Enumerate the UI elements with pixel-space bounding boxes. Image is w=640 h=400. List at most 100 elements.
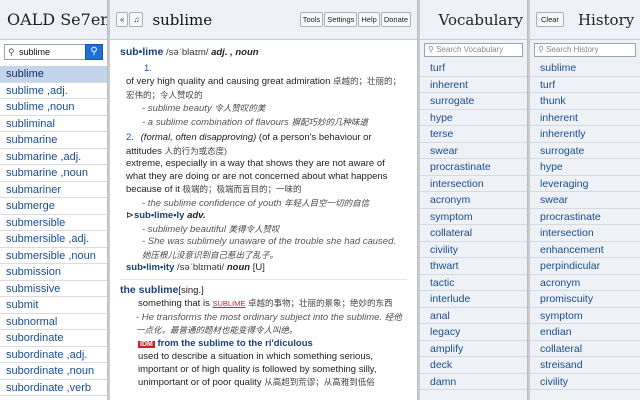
- history-item[interactable]: civility: [530, 374, 640, 390]
- vocabulary-item[interactable]: anal: [420, 308, 527, 324]
- vocabulary-item[interactable]: acronym: [420, 192, 527, 209]
- word-list-item[interactable]: submersible: [0, 215, 107, 231]
- vocabulary-list: turf inherent surrogate hype terse swear procr…: [420, 60, 527, 390]
- word-list-item[interactable]: submissive: [0, 281, 107, 297]
- history-item[interactable]: enhancement: [530, 242, 640, 258]
- search-button[interactable]: ⚲: [85, 44, 103, 60]
- tools-button[interactable]: Tools: [299, 12, 324, 27]
- sense-number: 1.: [144, 62, 152, 74]
- history-item[interactable]: inherent: [530, 110, 640, 126]
- vocabulary-item[interactable]: damn: [420, 374, 527, 390]
- history-item[interactable]: acronym: [530, 275, 640, 291]
- word-list-item[interactable]: subnormal: [0, 314, 107, 330]
- history-title: History: [577, 10, 635, 29]
- history-item[interactable]: promiscuity: [530, 291, 640, 308]
- vocabulary-item[interactable]: thwart: [420, 258, 527, 275]
- word-list-item[interactable]: submarine ,noun: [0, 165, 107, 182]
- vocabulary-item[interactable]: hype: [420, 110, 527, 126]
- dictionary-entry: sub•lime /səˈblaɪm/ adj. , noun 1. of ve…: [110, 40, 417, 390]
- pronounce-icon[interactable]: ♫: [129, 12, 144, 27]
- sense-number: 2.: [126, 132, 134, 143]
- history-item[interactable]: streisand: [530, 357, 640, 374]
- entry-pronunciation: /səˈblaɪm/: [166, 47, 209, 58]
- word-list-item[interactable]: submariner: [0, 182, 107, 198]
- derivative-word[interactable]: sub•lime•ly: [134, 210, 184, 221]
- noun-section: the sublime[sing.] something that is SUB…: [120, 278, 407, 390]
- vocabulary-item[interactable]: swear: [420, 143, 527, 159]
- clear-history-button[interactable]: Clear: [536, 12, 564, 27]
- history-pane: Clear History ⚲ Search History sublime tu…: [530, 0, 640, 400]
- history-item[interactable]: symptom: [530, 308, 640, 324]
- vocabulary-item[interactable]: terse: [420, 126, 527, 143]
- word-list-pane: OALD Se7en ⚲ ⚲ sublimesublime ,adj.subli…: [0, 0, 108, 400]
- word-list-item[interactable]: submarine ,adj.: [0, 149, 107, 165]
- sense-2: 2. (formal, often disapproving) (of a pe…: [120, 132, 407, 275]
- vocabulary-item[interactable]: legacy: [420, 324, 527, 341]
- history-item[interactable]: swear: [530, 192, 640, 209]
- history-item[interactable]: leveraging: [530, 176, 640, 192]
- vocabulary-item[interactable]: tactic: [420, 275, 527, 291]
- history-item[interactable]: endian: [530, 324, 640, 341]
- vocabulary-item[interactable]: inherent: [420, 77, 527, 93]
- history-item[interactable]: inherently: [530, 126, 640, 143]
- word-list-item[interactable]: sublime: [0, 66, 107, 83]
- word-search-input[interactable]: [4, 44, 85, 60]
- history-item[interactable]: intersection: [530, 225, 640, 242]
- word-list-item[interactable]: submit: [0, 297, 107, 314]
- vocabulary-item[interactable]: symptom: [420, 209, 527, 225]
- word-list-item[interactable]: submersible ,noun: [0, 248, 107, 264]
- app-title: OALD Se7en: [0, 0, 107, 40]
- word-list-item[interactable]: submission: [0, 264, 107, 281]
- history-item[interactable]: collateral: [530, 341, 640, 357]
- font-decrease-button[interactable]: «: [116, 12, 129, 27]
- history-item[interactable]: sublime: [530, 60, 640, 77]
- vocabulary-search-input[interactable]: ⚲ Search Vocabulary: [424, 43, 523, 57]
- search-icon: ⚲: [8, 47, 15, 57]
- sense-definition: of very high quality and causing great a…: [126, 76, 331, 87]
- derivative-marker-icon: ⊳: [126, 210, 134, 221]
- vocabulary-item[interactable]: procrastinate: [420, 159, 527, 176]
- noun-headword: the sublime: [120, 283, 179, 296]
- history-item[interactable]: turf: [530, 77, 640, 93]
- word-search-bar: ⚲ ⚲: [4, 43, 103, 63]
- word-list-item[interactable]: subordinate ,adj.: [0, 347, 107, 363]
- word-list-item[interactable]: subliminal: [0, 116, 107, 132]
- history-item[interactable]: surrogate: [530, 143, 640, 159]
- example: - She was sublimely unaware of the troub…: [142, 236, 397, 260]
- vocabulary-item[interactable]: amplify: [420, 341, 527, 357]
- example: - the sublime confidence of youth 年轻人目空一…: [142, 197, 370, 209]
- vocabulary-item[interactable]: interlude: [420, 291, 527, 308]
- example: - a sublime combination of flavours 摒配巧妙…: [142, 116, 368, 128]
- history-list: sublime turf thunk inherent inherently surrog…: [530, 60, 640, 390]
- vocabulary-item[interactable]: deck: [420, 357, 527, 374]
- history-item[interactable]: hype: [530, 159, 640, 176]
- entry-headword-title: sublime: [152, 10, 213, 29]
- sense-label: (formal, often disapproving): [140, 132, 257, 143]
- word-list-item[interactable]: subordinate ,verb: [0, 380, 107, 396]
- vocabulary-item[interactable]: collateral: [420, 225, 527, 242]
- history-header: Clear History: [530, 0, 640, 40]
- history-item[interactable]: perpindicular: [530, 258, 640, 275]
- word-list-item[interactable]: sublime ,noun: [0, 99, 107, 116]
- word-list-item[interactable]: subordinate ,noun: [0, 363, 107, 380]
- word-list-item[interactable]: submerge: [0, 198, 107, 215]
- entry-headword: sub•lime: [120, 46, 164, 58]
- derivative-word[interactable]: sub•lim•ity: [126, 262, 174, 273]
- settings-button[interactable]: Settings: [324, 12, 358, 27]
- word-list-item[interactable]: subordinate: [0, 330, 107, 347]
- vocabulary-pane: Vocabulary ⚲ Search Vocabulary turf inher…: [420, 0, 528, 400]
- help-button[interactable]: Help: [358, 12, 380, 27]
- vocabulary-title: Vocabulary: [438, 10, 523, 29]
- donate-button[interactable]: Donate: [380, 12, 411, 27]
- history-item[interactable]: thunk: [530, 93, 640, 110]
- cross-reference-link[interactable]: SUBLIME: [212, 299, 245, 308]
- word-list-item[interactable]: submarine: [0, 132, 107, 149]
- vocabulary-item[interactable]: turf: [420, 60, 527, 77]
- vocabulary-item[interactable]: surrogate: [420, 93, 527, 110]
- vocabulary-item[interactable]: civility: [420, 242, 527, 258]
- word-list-item[interactable]: sublime ,adj.: [0, 83, 107, 99]
- vocabulary-item[interactable]: intersection: [420, 176, 527, 192]
- word-list-item[interactable]: submersible ,adj.: [0, 231, 107, 248]
- history-search-input[interactable]: ⚲ Search History: [534, 43, 636, 57]
- history-item[interactable]: procrastinate: [530, 209, 640, 225]
